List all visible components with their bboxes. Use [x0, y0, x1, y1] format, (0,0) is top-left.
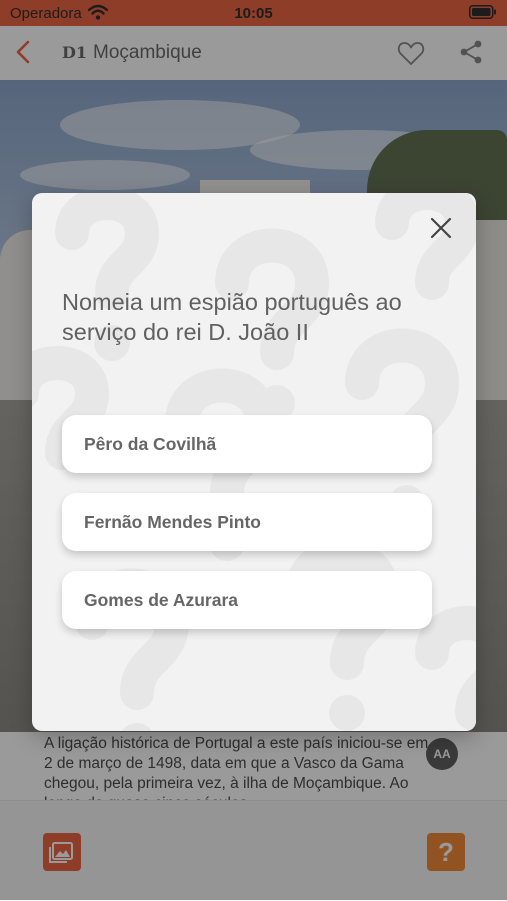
close-icon[interactable]: [430, 217, 452, 239]
quiz-question: Nomeia um espião português ao serviço do…: [62, 289, 402, 345]
answer-option-3[interactable]: Gomes de Azurara: [62, 571, 432, 629]
answer-option-2[interactable]: Fernão Mendes Pinto: [62, 493, 432, 551]
quiz-modal: Nomeia um espião português ao serviço do…: [32, 193, 476, 731]
answer-option-1[interactable]: Pêro da Covilhã: [62, 415, 432, 473]
